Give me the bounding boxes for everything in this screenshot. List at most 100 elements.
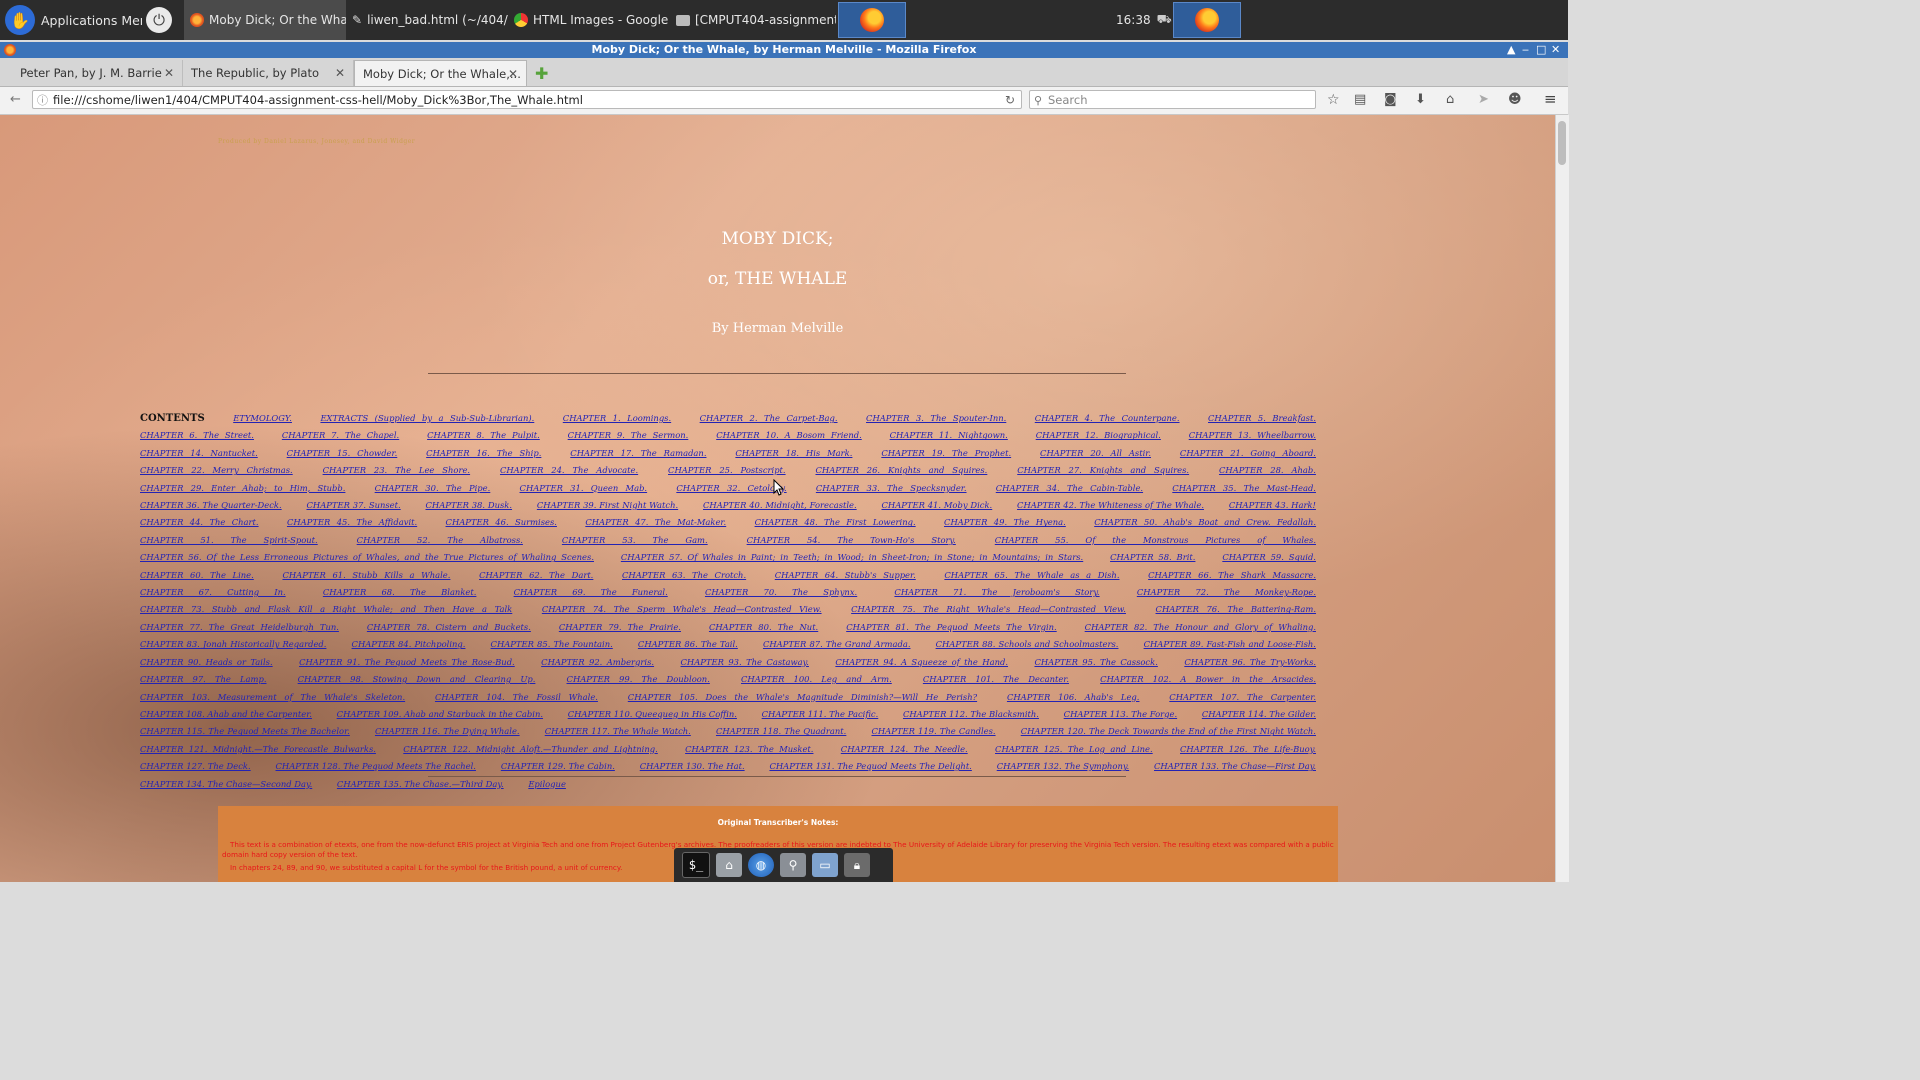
toc-link[interactable]: CHAPTER 99. The Doubloon. bbox=[567, 674, 710, 684]
toc-link[interactable]: CHAPTER 67. Cutting In. bbox=[140, 587, 286, 597]
toc-link[interactable]: CHAPTER 104. The Fossil Whale. bbox=[435, 692, 598, 702]
toc-link[interactable]: CHAPTER 79. The Prairie. bbox=[559, 622, 681, 632]
toc-link[interactable]: CHAPTER 121. Midnight.—The Forecastle Bu… bbox=[140, 744, 376, 754]
toc-link[interactable]: CHAPTER 135. The Chase.—Third Day. bbox=[337, 779, 504, 789]
toc-link[interactable]: Epilogue bbox=[528, 779, 566, 789]
toc-link[interactable]: CHAPTER 30. The Pipe. bbox=[375, 483, 491, 493]
toc-link[interactable]: CHAPTER 61. Stubb Kills a Whale. bbox=[282, 570, 450, 580]
toc-link[interactable]: CHAPTER 23. The Lee Shore. bbox=[323, 465, 470, 475]
toc-link[interactable]: CHAPTER 111. The Pacific. bbox=[762, 709, 879, 719]
toc-link[interactable]: CHAPTER 112. The Blacksmith. bbox=[903, 709, 1039, 719]
toc-link[interactable]: CHAPTER 107. The Carpenter. bbox=[1169, 692, 1316, 702]
toc-link[interactable]: CHAPTER 18. His Mark. bbox=[735, 448, 852, 458]
toc-link[interactable]: CHAPTER 19. The Prophet. bbox=[881, 448, 1011, 458]
toc-link[interactable]: CHAPTER 53. The Gam. bbox=[562, 535, 708, 545]
toc-link[interactable]: CHAPTER 71. The Jeroboam's Story. bbox=[894, 587, 1099, 597]
toc-link[interactable]: CHAPTER 85. The Fountain. bbox=[491, 639, 613, 649]
toc-link[interactable]: CHAPTER 14. Nantucket. bbox=[140, 448, 258, 458]
toc-link[interactable]: CHAPTER 58. Brit. bbox=[1110, 552, 1195, 562]
toc-link[interactable]: CHAPTER 119. The Candles. bbox=[871, 726, 995, 736]
toc-link[interactable]: CHAPTER 66. The Shark Massacre. bbox=[1148, 570, 1316, 580]
toc-link[interactable]: CHAPTER 40. Midnight, Forecastle. bbox=[703, 500, 857, 510]
search-input[interactable]: ⚲ Search bbox=[1029, 90, 1316, 109]
toc-link[interactable]: CHAPTER 10. A Bosom Friend. bbox=[716, 430, 862, 440]
window-titlebar[interactable]: Moby Dick; Or the Whale, by Herman Melvi… bbox=[0, 42, 1568, 58]
toc-link[interactable]: CHAPTER 28. Ahab. bbox=[1219, 465, 1316, 475]
toc-link[interactable]: CHAPTER 105. Does the Whale's Magnitude … bbox=[628, 692, 977, 702]
toc-link[interactable]: CHAPTER 33. The Specksnyder. bbox=[816, 483, 967, 493]
toc-link[interactable]: CHAPTER 103. Measurement of The Whale's … bbox=[140, 692, 405, 702]
toc-link[interactable]: CHAPTER 24. The Advocate. bbox=[500, 465, 638, 475]
toc-link[interactable]: CHAPTER 73. Stubb and Flask Kill a Right… bbox=[140, 604, 512, 614]
toc-link[interactable]: CHAPTER 25. Postscript. bbox=[668, 465, 786, 475]
toc-link[interactable]: CHAPTER 88. Schools and Schoolmasters. bbox=[936, 639, 1119, 649]
toc-link[interactable]: CHAPTER 60. The Line. bbox=[140, 570, 254, 580]
toc-link[interactable]: CHAPTER 56. Of the Less Erroneous Pictur… bbox=[140, 552, 594, 562]
toc-link[interactable]: CHAPTER 100. Leg and Arm. bbox=[741, 674, 892, 684]
toc-link[interactable]: CHAPTER 123. The Musket. bbox=[685, 744, 813, 754]
firefox-launcher[interactable] bbox=[838, 2, 906, 38]
firefox-launcher-2[interactable] bbox=[1173, 2, 1241, 38]
toc-link[interactable]: CHAPTER 20. All Astir. bbox=[1040, 448, 1151, 458]
toc-link[interactable]: CHAPTER 95. The Cassock. bbox=[1034, 657, 1157, 667]
toc-link[interactable]: CHAPTER 22. Merry Christmas. bbox=[140, 465, 293, 475]
toc-link[interactable]: CHAPTER 97. The Lamp. bbox=[140, 674, 267, 684]
toc-link[interactable]: CHAPTER 9. The Sermon. bbox=[568, 430, 689, 440]
file-manager-home-icon[interactable]: ⌂ bbox=[716, 853, 742, 877]
toc-link[interactable]: CHAPTER 21. Going Aboard. bbox=[1180, 448, 1316, 458]
toc-link[interactable]: CHAPTER 98. Stowing Down and Clearing Up… bbox=[298, 674, 536, 684]
download-icon[interactable]: ⬇ bbox=[1415, 92, 1426, 107]
toc-link[interactable]: CHAPTER 74. The Sperm Whale's Head—Contr… bbox=[542, 604, 822, 614]
toc-link[interactable]: CHAPTER 59. Squid. bbox=[1222, 552, 1316, 562]
toc-link[interactable]: CHAPTER 52. The Albatross. bbox=[357, 535, 523, 545]
tab-peter-pan[interactable]: Peter Pan, by J. M. Barrie ✕ bbox=[12, 60, 183, 86]
bookmarks-menu-icon[interactable]: ▤ bbox=[1354, 92, 1366, 107]
hamburger-menu-icon[interactable]: ≡ bbox=[1544, 90, 1557, 108]
toc-link[interactable]: CHAPTER 54. The Town-Ho's Story. bbox=[747, 535, 956, 545]
toc-link[interactable]: ETYMOLOGY. bbox=[233, 413, 292, 423]
toc-link[interactable]: CHAPTER 86. The Tail. bbox=[638, 639, 738, 649]
toc-link[interactable]: CHAPTER 91. The Pequod Meets The Rose-Bu… bbox=[299, 657, 515, 667]
tab-republic[interactable]: The Republic, by Plato ✕ bbox=[183, 60, 354, 86]
folder-icon[interactable]: ▭ bbox=[812, 853, 838, 877]
share-icon[interactable]: ➤ bbox=[1478, 92, 1489, 107]
toc-link[interactable]: EXTRACTS (Supplied by a Sub-Sub-Libraria… bbox=[320, 413, 534, 423]
toc-link[interactable]: CHAPTER 117. The Whale Watch. bbox=[545, 726, 691, 736]
toc-link[interactable]: CHAPTER 15. Chowder. bbox=[287, 448, 398, 458]
toc-link[interactable]: CHAPTER 109. Ahab and Starbuck in the Ca… bbox=[337, 709, 543, 719]
chat-icon[interactable]: ☻ bbox=[1508, 92, 1522, 107]
close-tab-icon[interactable]: ✕ bbox=[508, 67, 518, 81]
toc-link[interactable]: CHAPTER 89. Fast-Fish and Loose-Fish. bbox=[1144, 639, 1316, 649]
toc-link[interactable]: CHAPTER 39. First Night Watch. bbox=[537, 500, 678, 510]
toc-link[interactable]: CHAPTER 81. The Pequod Meets The Virgin. bbox=[846, 622, 1057, 632]
maximize-button[interactable]: □ bbox=[1536, 42, 1546, 58]
toc-link[interactable]: CHAPTER 45. The Affidavit. bbox=[287, 517, 417, 527]
terminal-icon[interactable]: $_ bbox=[682, 852, 710, 878]
toc-link[interactable]: CHAPTER 70. The Sphynx. bbox=[705, 587, 857, 597]
toc-link[interactable]: CHAPTER 114. The Gilder. bbox=[1202, 709, 1316, 719]
toc-link[interactable]: CHAPTER 65. The Whale as a Dish. bbox=[944, 570, 1119, 580]
lock-icon[interactable]: 🔒︎ bbox=[844, 853, 870, 877]
toc-link[interactable]: CHAPTER 78. Cistern and Buckets. bbox=[367, 622, 531, 632]
toc-link[interactable]: CHAPTER 12. Biographical. bbox=[1036, 430, 1161, 440]
toc-link[interactable]: CHAPTER 36. The Quarter-Deck. bbox=[140, 500, 282, 510]
toc-link[interactable]: CHAPTER 115. The Pequod Meets The Bachel… bbox=[140, 726, 350, 736]
close-tab-icon[interactable]: ✕ bbox=[164, 66, 174, 80]
scrollbar-thumb[interactable] bbox=[1558, 121, 1566, 165]
toc-link[interactable]: CHAPTER 2. The Carpet-Bag. bbox=[700, 413, 838, 423]
toc-link[interactable]: CHAPTER 87. The Grand Armada. bbox=[763, 639, 911, 649]
app-finder-icon[interactable]: ⚲ bbox=[780, 853, 806, 877]
home-icon[interactable]: ⌂ bbox=[1446, 92, 1454, 107]
toc-link[interactable]: CHAPTER 38. Dusk. bbox=[426, 500, 513, 510]
toc-link[interactable]: CHAPTER 1. Loomings. bbox=[563, 413, 671, 423]
close-window-button[interactable]: ✕ bbox=[1551, 42, 1560, 58]
toc-link[interactable]: CHAPTER 80. The Nut. bbox=[709, 622, 818, 632]
toc-link[interactable]: CHAPTER 46. Surmises. bbox=[446, 517, 557, 527]
power-button[interactable]: ⏻ bbox=[142, 0, 176, 40]
url-bar[interactable]: ⓘ file:///cshome/liwen1/404/CMPUT404-ass… bbox=[32, 90, 1022, 109]
toc-link[interactable]: CHAPTER 72. The Monkey-Rope. bbox=[1137, 587, 1316, 597]
toc-link[interactable]: CHAPTER 50. Ahab's Boat and Crew. Fedall… bbox=[1094, 517, 1316, 527]
toc-link[interactable]: CHAPTER 4. The Counterpane. bbox=[1035, 413, 1180, 423]
toc-link[interactable]: CHAPTER 83. Jonah Historically Regarded. bbox=[140, 639, 326, 649]
reload-icon[interactable]: ↻ bbox=[1005, 91, 1015, 108]
